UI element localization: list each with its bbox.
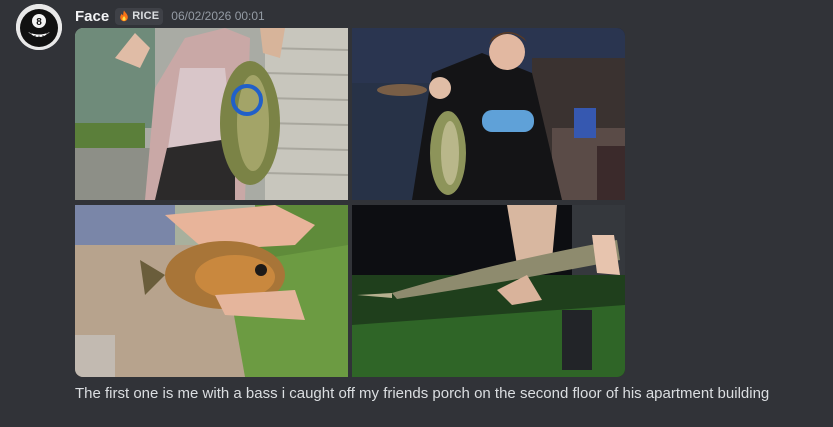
chat-message: 8 Face RICE 06/02/2026 00:01 The first o… <box>0 0 833 427</box>
message-content: The first one is me with a bass i caught… <box>75 385 770 402</box>
fire-icon <box>120 10 129 22</box>
timestamp: 06/02/2026 00:01 <box>171 9 265 23</box>
message-header: Face RICE 06/02/2026 00:01 <box>75 6 265 26</box>
username[interactable]: Face <box>75 8 109 25</box>
attachment-image-4[interactable] <box>352 205 625 377</box>
avatar[interactable]: 8 <box>16 4 62 50</box>
attachment-image-2[interactable] <box>352 28 625 200</box>
eight-ball-icon: 8 <box>16 4 62 50</box>
server-tag[interactable]: RICE <box>115 7 164 25</box>
svg-text:8: 8 <box>36 17 42 28</box>
attachment-grid <box>75 28 625 377</box>
attachment-image-3[interactable] <box>75 205 348 377</box>
attachment-image-1[interactable] <box>75 28 348 200</box>
server-tag-label: RICE <box>132 10 160 22</box>
